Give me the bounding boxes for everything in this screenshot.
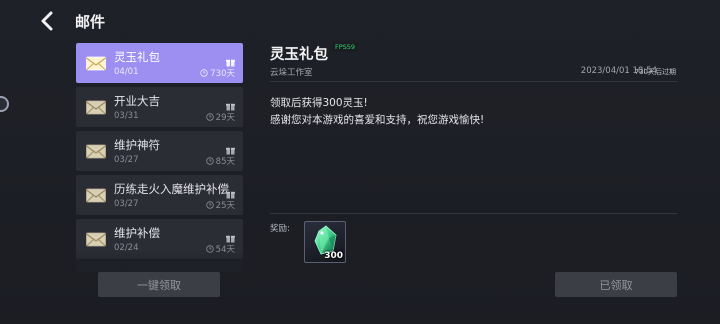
- mail-item-date: 03/27: [114, 155, 139, 165]
- detail-title: 灵玉礼包: [270, 47, 328, 63]
- detail-body-line: 领取后获得300灵玉!: [270, 97, 368, 109]
- mail-item-title: 历练走火入魔维护补偿: [114, 182, 229, 196]
- mail-item-expire: 85天: [205, 155, 235, 167]
- mail-list-item[interactable]: 灵玉礼包 04/01 730天: [76, 43, 243, 83]
- chevron-left-icon: [41, 11, 53, 31]
- gift-icon: [226, 140, 235, 155]
- claim-all-button[interactable]: 一键领取: [98, 272, 220, 297]
- mail-item-title: 维护补偿: [114, 226, 160, 240]
- envelope-icon: [85, 52, 107, 74]
- detail-sender: 云垛工作室: [270, 68, 313, 78]
- clock-icon: [205, 157, 214, 165]
- fps-counter: FPS59: [332, 42, 359, 52]
- mail-item-date: 03/31: [114, 111, 139, 121]
- list-fade: [76, 250, 243, 272]
- mail-item-expire: 25天: [205, 199, 235, 211]
- mail-item-expire-text: 25天: [215, 201, 235, 211]
- header-bar: 邮件: [0, 0, 720, 40]
- mail-list-item[interactable]: 历练走火入魔维护补偿 03/27 25天: [76, 175, 243, 215]
- gift-icon: [226, 228, 235, 243]
- reward-label: 奖励:: [270, 224, 290, 234]
- clock-icon: [205, 113, 214, 121]
- envelope-icon: [85, 184, 107, 206]
- reward-count: 300: [324, 251, 343, 261]
- mail-item-expire: 730天: [200, 67, 235, 79]
- divider: [270, 81, 677, 82]
- mail-item-expire-text: 730天: [210, 69, 235, 79]
- mail-list-item[interactable]: 维护神符 03/27 85天: [76, 131, 243, 171]
- mail-item-expire-text: 29天: [215, 113, 235, 123]
- reward-item[interactable]: 300: [304, 221, 346, 263]
- envelope-icon: [85, 228, 107, 250]
- divider: [270, 213, 677, 214]
- clock-icon: [205, 201, 214, 209]
- floating-ball-button[interactable]: [0, 96, 9, 112]
- gift-icon: [226, 96, 235, 111]
- detail-expire-note: 730天后过期: [634, 68, 676, 76]
- mail-detail: 灵玉礼包 FPS59 云垛工作室 2023/04/01 18:54 730天后过…: [270, 40, 680, 280]
- mail-list-item[interactable]: 开业大吉 03/31 29天: [76, 87, 243, 127]
- page-title: 邮件: [75, 13, 106, 31]
- mail-item-expire: 29天: [205, 111, 235, 123]
- clock-icon: [200, 69, 208, 77]
- back-button[interactable]: [38, 10, 58, 32]
- gift-icon: [226, 184, 235, 199]
- envelope-icon: [85, 96, 107, 118]
- detail-body: 领取后获得300灵玉! 感谢您对本游戏的喜爱和支持，祝您游戏愉快!: [270, 95, 484, 129]
- mail-list: 灵玉礼包 04/01 730天 开业大吉 03/31 29天 维护神符 03/2…: [76, 43, 243, 267]
- detail-body-line: 感谢您对本游戏的喜爱和支持，祝您游戏愉快!: [270, 114, 485, 126]
- mail-item-title: 开业大吉: [114, 94, 160, 108]
- claimed-button[interactable]: 已领取: [555, 272, 677, 297]
- mail-item-title: 维护神符: [114, 138, 160, 152]
- mail-item-expire-text: 85天: [215, 157, 235, 167]
- envelope-icon: [85, 140, 107, 162]
- mail-item-date: 04/01: [114, 67, 139, 77]
- gift-icon: [226, 52, 235, 67]
- mail-item-title: 灵玉礼包: [114, 50, 160, 64]
- mail-item-date: 03/27: [114, 199, 139, 209]
